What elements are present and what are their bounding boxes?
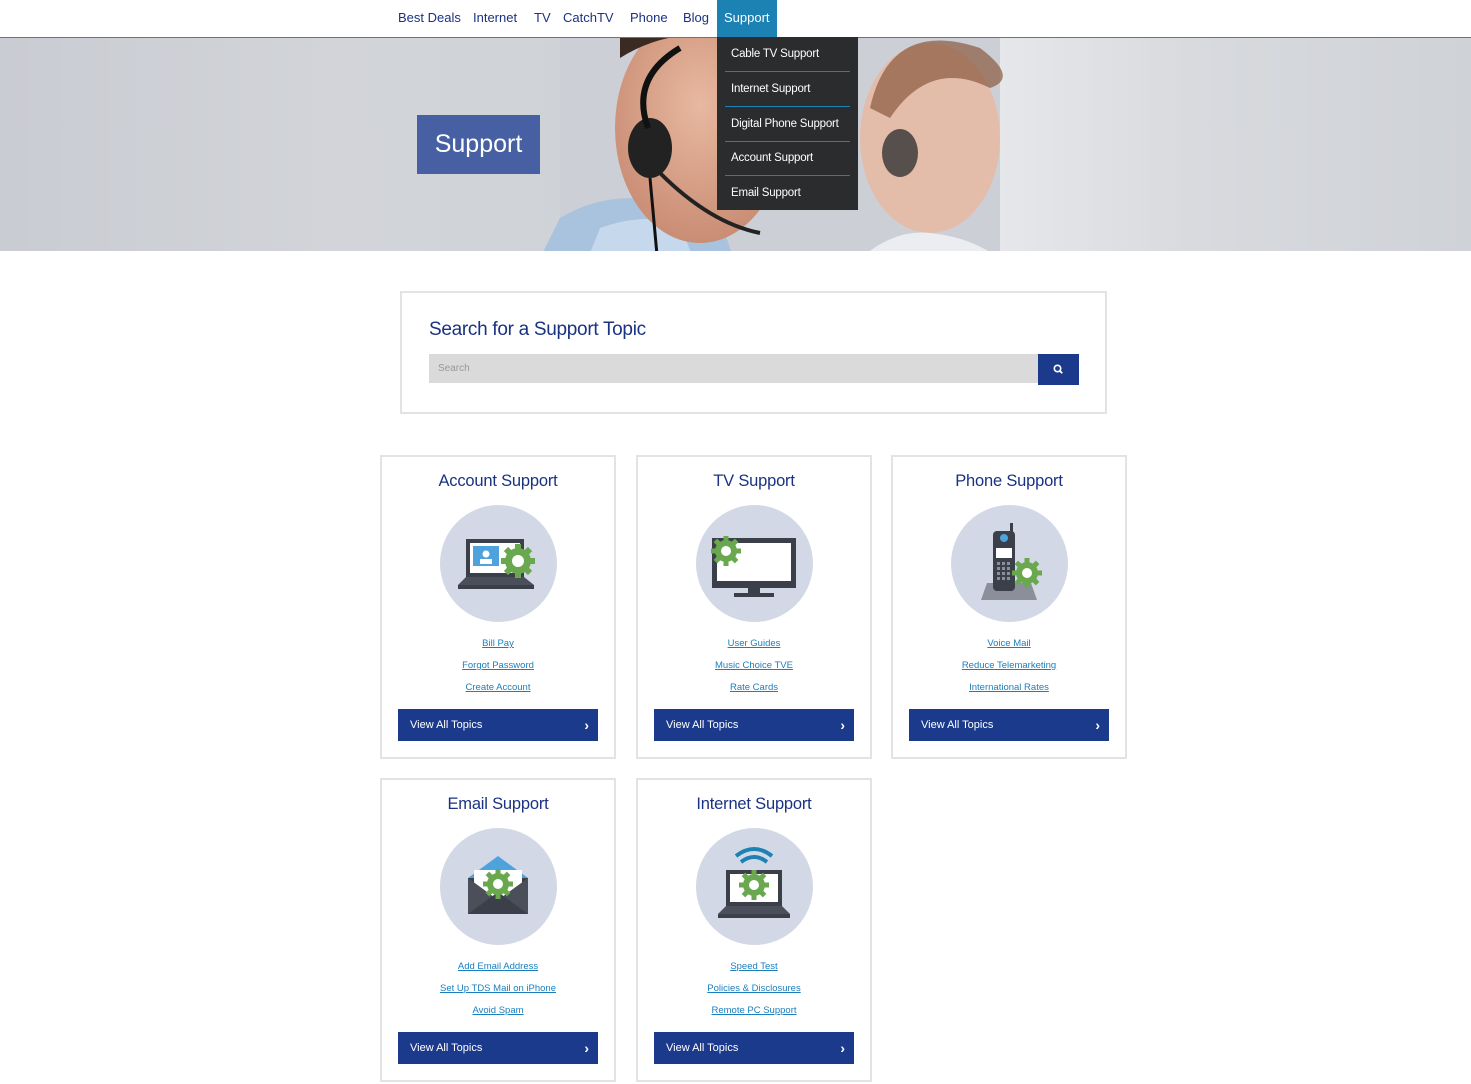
chevron-right-icon: › [840,717,845,733]
link-international-rates[interactable]: International Rates [893,681,1125,703]
link-speed-test[interactable]: Speed Test [638,960,870,982]
dropdown-item-internet-support[interactable]: Internet Support [725,72,850,107]
chevron-right-icon: › [840,1040,845,1056]
link-reduce-telemarketing[interactable]: Reduce Telemarketing [893,659,1125,681]
view-all-topics-button[interactable]: View All Topics › [398,709,598,741]
nav-catchtv[interactable]: CatchTV [563,0,614,37]
email-support-card: Email Support Add Email Address Set Up T… [380,778,616,1082]
card-title: Phone Support [955,472,1063,490]
dropdown-item-cable-tv-support[interactable]: Cable TV Support [725,37,850,72]
search-button[interactable] [1038,354,1079,385]
chevron-right-icon: › [1095,717,1100,733]
view-all-topics-button[interactable]: View All Topics › [398,1032,598,1064]
nav-internet[interactable]: Internet [473,0,517,37]
card-title: Email Support [447,795,549,813]
link-music-choice-tve[interactable]: Music Choice TVE [638,659,870,681]
search-icon [1053,364,1063,374]
internet-support-card: Internet Support Speed Test Policies & D… [636,778,872,1082]
nav-support[interactable]: Support [717,0,777,37]
search-panel: Search for a Support Topic [400,291,1107,414]
nav-phone[interactable]: Phone [630,0,668,37]
link-policies-disclosures[interactable]: Policies & Disclosures [638,982,870,1004]
view-all-topics-button[interactable]: View All Topics › [654,1032,854,1064]
link-remote-pc-support[interactable]: Remote PC Support [638,1004,870,1026]
tv-support-card: TV Support User Guides Music Choice TVE … [636,455,872,759]
phone-support-card: Phone Support Voice Mail Reduce Telemark… [891,455,1127,759]
view-all-topics-button[interactable]: View All Topics › [909,709,1109,741]
link-add-email-address[interactable]: Add Email Address [382,960,614,982]
button-label: View All Topics [921,719,994,731]
button-label: View All Topics [410,1042,483,1054]
account-support-card: Account Support Bill Pay Forgot Password… [380,455,616,759]
view-all-topics-button[interactable]: View All Topics › [654,709,854,741]
link-rate-cards[interactable]: Rate Cards [638,681,870,703]
card-title: TV Support [713,472,795,490]
envelope-gear-icon [440,828,557,945]
link-create-account[interactable]: Create Account [382,681,614,703]
page-title: Support [417,115,540,174]
dropdown-item-email-support[interactable]: Email Support [725,176,850,211]
nav-best-deals[interactable]: Best Deals [398,0,461,37]
search-input[interactable] [429,354,1038,383]
card-title: Account Support [438,472,558,490]
link-set-up-tds-mail-iphone[interactable]: Set Up TDS Mail on iPhone [382,982,614,1004]
chevron-right-icon: › [584,1040,589,1056]
dropdown-item-account-support[interactable]: Account Support [725,141,850,176]
button-label: View All Topics [410,719,483,731]
wifi-laptop-gear-icon [696,828,813,945]
link-bill-pay[interactable]: Bill Pay [382,637,614,659]
tv-gear-icon [696,505,813,622]
link-user-guides[interactable]: User Guides [638,637,870,659]
nav-tv[interactable]: TV [534,0,551,37]
hero-background-right [1000,38,1471,251]
support-dropdown-menu: Cable TV Support Internet Support Digita… [717,37,858,210]
search-title: Search for a Support Topic [429,319,646,340]
top-navigation: Best Deals Internet TV CatchTV Phone Blo… [0,0,1471,38]
button-label: View All Topics [666,1042,739,1054]
button-label: View All Topics [666,719,739,731]
nav-blog[interactable]: Blog [683,0,709,37]
link-voice-mail[interactable]: Voice Mail [893,637,1125,659]
link-avoid-spam[interactable]: Avoid Spam [382,1004,614,1026]
dropdown-item-digital-phone-support[interactable]: Digital Phone Support [725,107,850,142]
support-agent-woman-image [860,40,1003,251]
link-forgot-password[interactable]: Forgot Password [382,659,614,681]
laptop-gear-icon [440,505,557,622]
card-title: Internet Support [696,795,812,813]
phone-gear-icon [951,505,1068,622]
chevron-right-icon: › [584,717,589,733]
